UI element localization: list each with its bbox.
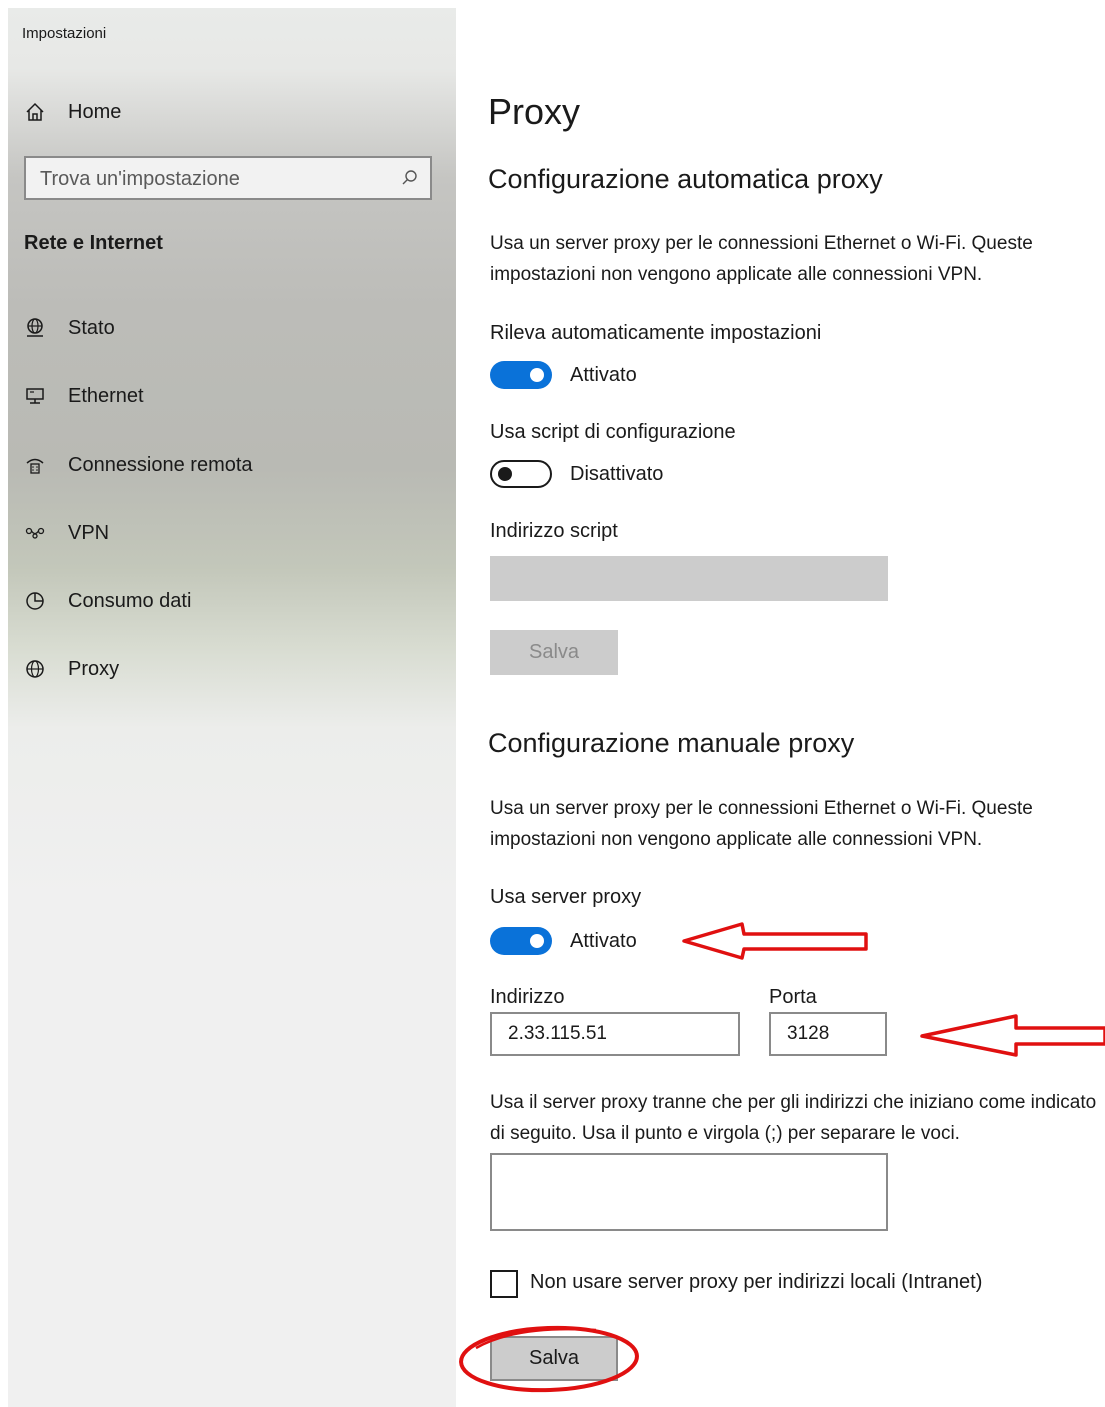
sidebar-item-label: Consumo dati: [68, 589, 192, 612]
exceptions-description: Usa il server proxy tranne che per gli i…: [490, 1092, 1097, 1144]
port-label: Porta: [769, 986, 817, 1008]
sidebar-item-stato[interactable]: Stato: [8, 308, 456, 348]
vpn-icon: [22, 520, 48, 546]
port-input[interactable]: [769, 1012, 887, 1056]
manual-config-heading: Configurazione manuale proxy: [488, 728, 855, 758]
address-input[interactable]: [490, 1012, 740, 1056]
search-icon[interactable]: [400, 168, 420, 188]
sidebar-item-ethernet[interactable]: Ethernet: [8, 376, 456, 416]
use-proxy-state: Attivato: [570, 930, 637, 952]
manual-config-description: Usa un server proxy per le connessioni E…: [490, 798, 1033, 850]
home-icon: [22, 99, 48, 125]
toggle-knob: [498, 467, 512, 481]
window-title: Impostazioni: [22, 25, 107, 42]
sidebar-item-label: Ethernet: [68, 384, 144, 407]
sidebar-item-label: Connessione remota: [68, 453, 253, 476]
section-title: Rete e Internet: [24, 232, 163, 254]
script-address-field: [490, 556, 888, 601]
sidebar-item-proxy[interactable]: Proxy: [8, 649, 456, 689]
page-title: Proxy: [488, 91, 581, 132]
sidebar-item-label: Stato: [68, 316, 115, 339]
data-usage-icon: [22, 588, 48, 614]
auto-save-button: Salva: [490, 630, 618, 675]
sidebar-item-label: VPN: [68, 521, 110, 544]
sidebar-item-consumo-dati[interactable]: Consumo dati: [8, 581, 456, 621]
main-content: Proxy Configurazione automatica proxy Us…: [488, 0, 1105, 1407]
local-bypass-label: Non usare server proxy per indirizzi loc…: [530, 1271, 983, 1293]
globe-status-icon: [22, 315, 48, 341]
annotation-arrow-icon: [920, 1014, 1105, 1057]
toggle-knob: [530, 934, 544, 948]
dialup-icon: [22, 452, 48, 478]
auto-config-heading: Configurazione automatica proxy: [488, 164, 883, 194]
sidebar-item-vpn[interactable]: VPN: [8, 513, 456, 553]
exceptions-input[interactable]: [490, 1153, 888, 1231]
use-script-toggle[interactable]: [490, 460, 552, 488]
use-proxy-toggle[interactable]: [490, 927, 552, 955]
sidebar-item-connessione-remota[interactable]: Connessione remota: [8, 445, 456, 485]
sidebar-item-label: Home: [68, 100, 122, 123]
address-label: Indirizzo: [490, 986, 565, 1008]
use-script-state: Disattivato: [570, 463, 664, 485]
search-input[interactable]: [26, 158, 402, 200]
sidebar-item-home[interactable]: Home: [8, 92, 456, 132]
use-script-label: Usa script di configurazione: [490, 421, 736, 443]
script-address-label: Indirizzo script: [490, 520, 618, 542]
detect-settings-label: Rileva automaticamente impostazioni: [490, 322, 822, 344]
search-box[interactable]: [24, 156, 432, 200]
auto-config-description: Usa un server proxy per le connessioni E…: [490, 233, 1033, 285]
ethernet-monitor-icon: [22, 383, 48, 409]
detect-settings-toggle[interactable]: [490, 361, 552, 389]
annotation-circle-icon: [459, 1325, 639, 1393]
local-bypass-checkbox[interactable]: [490, 1270, 518, 1298]
globe-icon: [22, 656, 48, 682]
detect-settings-state: Attivato: [570, 364, 637, 386]
sidebar: Impostazioni Home Rete e Internet Stato …: [8, 8, 456, 1407]
sidebar-item-label: Proxy: [68, 657, 120, 680]
use-proxy-label: Usa server proxy: [490, 886, 642, 908]
annotation-arrow-icon: [682, 922, 868, 960]
toggle-knob: [530, 368, 544, 382]
